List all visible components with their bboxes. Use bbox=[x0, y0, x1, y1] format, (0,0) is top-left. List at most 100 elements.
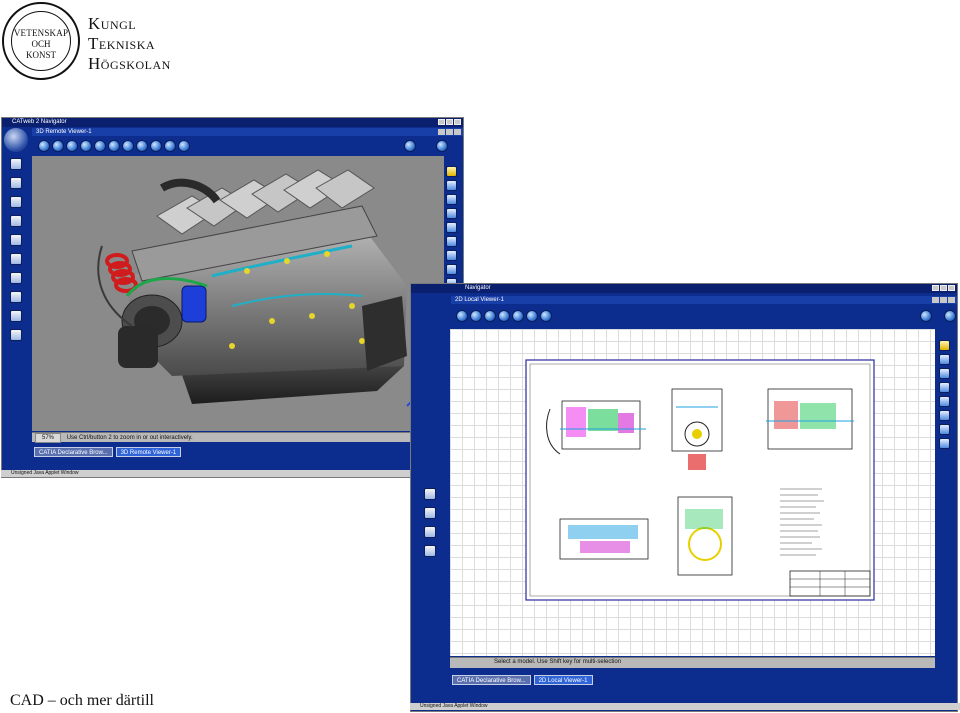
viewer-toolbar-2d bbox=[452, 307, 956, 325]
maximize-button-2d[interactable] bbox=[940, 285, 947, 291]
normal-view-icon[interactable] bbox=[122, 140, 134, 152]
2d-viewport[interactable] bbox=[450, 329, 935, 656]
window-title-2d: Navigator bbox=[465, 285, 491, 291]
settings-icon-2d[interactable] bbox=[944, 310, 956, 322]
viewer-titlebar[interactable]: 3D Remote Viewer-1 bbox=[32, 128, 463, 136]
kth-seal-icon: VETENSKAP OCH KONST bbox=[2, 2, 80, 80]
show-icon[interactable] bbox=[446, 264, 457, 275]
zoom-out-icon-2d[interactable] bbox=[470, 310, 482, 322]
select-arrow-icon[interactable] bbox=[446, 166, 457, 177]
measure-icon[interactable] bbox=[446, 180, 457, 191]
page-tool-icon-2d[interactable] bbox=[424, 507, 436, 519]
kth-wordmark: Kungl Tekniska Högskolan bbox=[88, 14, 171, 74]
fit-all-icon-2d[interactable] bbox=[498, 310, 510, 322]
shading-icon[interactable] bbox=[150, 140, 162, 152]
key-tool-icon-2d[interactable] bbox=[424, 526, 436, 538]
show-icon-2d[interactable] bbox=[939, 410, 950, 421]
pan-icon-2d[interactable] bbox=[484, 310, 496, 322]
rotate-icon[interactable] bbox=[66, 140, 78, 152]
layer-icon[interactable] bbox=[446, 222, 457, 233]
folder-tool-icon[interactable] bbox=[10, 215, 22, 227]
left-toolbar-2d bbox=[424, 488, 436, 557]
tab-catia-declarative-browser[interactable]: CATIA Declarative Brow... bbox=[34, 447, 113, 457]
right-toolbar-2d bbox=[939, 340, 950, 449]
camera-icon-2d[interactable] bbox=[939, 424, 950, 435]
next-icon-2d[interactable] bbox=[540, 310, 552, 322]
home-icon[interactable] bbox=[404, 140, 416, 152]
close-button[interactable] bbox=[454, 119, 461, 125]
section-icon[interactable] bbox=[446, 194, 457, 205]
home-tool-icon-2d[interactable] bbox=[424, 545, 436, 557]
engine-3d-model[interactable] bbox=[32, 156, 444, 431]
next-icon[interactable] bbox=[178, 140, 190, 152]
measure-icon-2d[interactable] bbox=[939, 354, 950, 365]
previous-icon[interactable] bbox=[164, 140, 176, 152]
viewer-maximize-button-2d[interactable] bbox=[940, 297, 947, 303]
view-tool-icon[interactable] bbox=[10, 272, 22, 284]
fit-all-icon[interactable] bbox=[94, 140, 106, 152]
window-titlebar[interactable]: CATweb 2 Navigator bbox=[2, 118, 463, 127]
kth-logo: VETENSKAP OCH KONST Kungl Tekniska Högsk… bbox=[2, 2, 202, 82]
page-tool-icon[interactable] bbox=[10, 291, 22, 303]
globe-tool-icon[interactable] bbox=[10, 234, 22, 246]
layer-icon-2d[interactable] bbox=[939, 368, 950, 379]
status-bar-2d: Select a model. Use Shift key for multi-… bbox=[450, 657, 935, 668]
tab-catia-declarative-browser-2d[interactable]: CATIA Declarative Brow... bbox=[452, 675, 531, 685]
zoom-in-icon-2d[interactable] bbox=[456, 310, 468, 322]
viewer-titlebar-2d[interactable]: 2D Local Viewer-1 bbox=[451, 296, 957, 304]
tab-3d-remote-viewer[interactable]: 3D Remote Viewer-1 bbox=[115, 447, 182, 457]
applet-warning-bar: Unsigned Java Applet Window bbox=[1, 470, 474, 477]
zoom-out-icon[interactable] bbox=[52, 140, 64, 152]
catweb-badge-icon bbox=[4, 128, 28, 152]
view-tool-icon-2d[interactable] bbox=[424, 488, 436, 500]
viewer-maximize-button[interactable] bbox=[446, 129, 453, 135]
3d-viewport[interactable] bbox=[32, 156, 444, 431]
wordmark-line-3: Högskolan bbox=[88, 54, 171, 73]
viewer-minimize-button-2d[interactable] bbox=[932, 297, 939, 303]
fly-icon-2d[interactable] bbox=[512, 310, 524, 322]
edit-tool-icon[interactable] bbox=[10, 196, 22, 208]
annotate-icon[interactable] bbox=[446, 208, 457, 219]
viewer-minimize-button[interactable] bbox=[438, 129, 445, 135]
viewer-title-2d: 2D Local Viewer-1 bbox=[455, 297, 504, 303]
home-tool-icon[interactable] bbox=[10, 329, 22, 341]
key-tool-icon[interactable] bbox=[10, 310, 22, 322]
close-button-2d[interactable] bbox=[948, 285, 955, 291]
select-arrow-icon-2d[interactable] bbox=[939, 340, 950, 351]
annotate-icon-2d[interactable] bbox=[939, 382, 950, 393]
viewer-close-button-2d[interactable] bbox=[948, 297, 955, 303]
viewer-toolbar bbox=[34, 137, 448, 155]
tab-bar-2d: CATIA Declarative Brow... 2D Local Viewe… bbox=[452, 675, 593, 685]
render-icon[interactable] bbox=[136, 140, 148, 152]
color-icon-2d[interactable] bbox=[939, 438, 950, 449]
wordmark-line-1: Kungl bbox=[88, 14, 137, 33]
engine-2d-drawing[interactable] bbox=[450, 329, 935, 656]
maximize-button[interactable] bbox=[446, 119, 453, 125]
viewer-title: 3D Remote Viewer-1 bbox=[36, 129, 92, 135]
status-text: Use Ctrl/button 2 to zoom in or out inte… bbox=[66, 435, 193, 441]
viewer-close-button[interactable] bbox=[454, 129, 461, 135]
wordmark-line-2: Tekniska bbox=[88, 34, 156, 53]
tab-2d-local-viewer[interactable]: 2D Local Viewer-1 bbox=[533, 675, 593, 685]
minimize-button-2d[interactable] bbox=[932, 285, 939, 291]
window-titlebar-2d[interactable]: Navigator bbox=[411, 284, 957, 293]
fly-icon[interactable] bbox=[108, 140, 120, 152]
left-toolbar bbox=[10, 158, 22, 341]
list-tool-icon[interactable] bbox=[10, 253, 22, 265]
minimize-button[interactable] bbox=[438, 119, 445, 125]
status-bar-3d: 57% Use Ctrl/button 2 to zoom in or out … bbox=[32, 432, 444, 443]
pan-icon[interactable] bbox=[80, 140, 92, 152]
navigator-tool-icon[interactable] bbox=[10, 158, 22, 170]
slide-caption: CAD – och mer därtill bbox=[10, 692, 154, 709]
document-tool-icon[interactable] bbox=[10, 177, 22, 189]
hide-icon[interactable] bbox=[446, 250, 457, 261]
previous-icon-2d[interactable] bbox=[526, 310, 538, 322]
settings-icon[interactable] bbox=[436, 140, 448, 152]
zoom-percent: 57% bbox=[35, 433, 62, 443]
home-icon-2d[interactable] bbox=[920, 310, 932, 322]
explode-icon[interactable] bbox=[446, 236, 457, 247]
zoom-in-icon[interactable] bbox=[38, 140, 50, 152]
window-title: CATweb 2 Navigator bbox=[12, 119, 67, 125]
status-text-2d: Select a model. Use Shift key for multi-… bbox=[494, 659, 622, 665]
hide-icon-2d[interactable] bbox=[939, 396, 950, 407]
